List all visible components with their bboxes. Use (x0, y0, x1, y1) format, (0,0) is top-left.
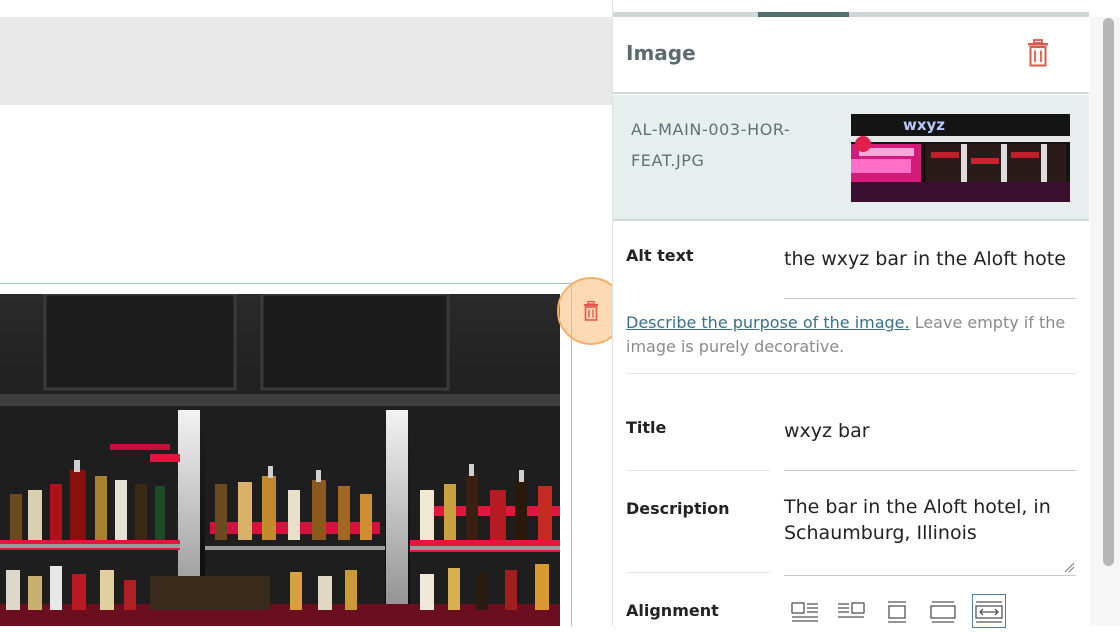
trash-icon (1028, 39, 1048, 67)
align-wide-icon (930, 601, 956, 623)
file-info-row: AL-MAIN-003-HOR-FEAT.JPG wxyz (613, 95, 1089, 221)
image-thumbnail[interactable]: wxyz (851, 114, 1070, 202)
description-label: Description (626, 499, 730, 518)
align-right-icon (838, 602, 865, 618)
description-underline (784, 575, 1076, 576)
align-left-button[interactable] (788, 594, 822, 628)
title-label: Title (626, 418, 667, 437)
alignment-label: Alignment (626, 601, 719, 620)
align-left-icon (791, 602, 818, 622)
divider (626, 373, 1076, 374)
bar-photo[interactable] (0, 294, 560, 626)
panel-scrollbar-thumb[interactable] (1103, 18, 1114, 566)
thumbnail-sign: wxyz (903, 116, 945, 134)
align-full-icon (975, 601, 1003, 623)
divider (626, 572, 770, 573)
align-full-button[interactable] (972, 594, 1006, 628)
alt-text-label: Alt text (626, 246, 694, 265)
description-textarea[interactable]: The bar in the Aloft hotel, in Schaumbur… (784, 494, 1076, 546)
resize-handle-icon[interactable] (1064, 562, 1075, 573)
alt-text-underline (784, 298, 1076, 299)
align-center-button[interactable] (880, 594, 914, 628)
alt-text-help: Describe the purpose of the image. Leave… (626, 311, 1076, 359)
editor-canvas (0, 0, 625, 626)
divider (626, 470, 770, 471)
title-input[interactable]: wxyz bar (784, 418, 870, 444)
trash-icon (584, 301, 598, 321)
file-name: AL-MAIN-003-HOR-FEAT.JPG (631, 120, 791, 170)
image-settings-panel: Image AL-MAIN-003-HOR-FEAT.JPG wxyz Alt … (612, 0, 1120, 628)
header-block-placeholder[interactable] (0, 17, 612, 105)
alt-text-input[interactable]: the wxyz bar in the Aloft hote (784, 246, 1076, 272)
align-center-icon (888, 601, 906, 623)
title-underline (784, 470, 1076, 471)
delete-image-button[interactable] (1027, 39, 1053, 69)
align-right-button[interactable] (834, 594, 868, 628)
panel-title: Image (626, 41, 696, 65)
describe-purpose-link[interactable]: Describe the purpose of the image. (626, 313, 910, 332)
panel-header: Image (613, 17, 1089, 94)
align-wide-button[interactable] (926, 594, 960, 628)
